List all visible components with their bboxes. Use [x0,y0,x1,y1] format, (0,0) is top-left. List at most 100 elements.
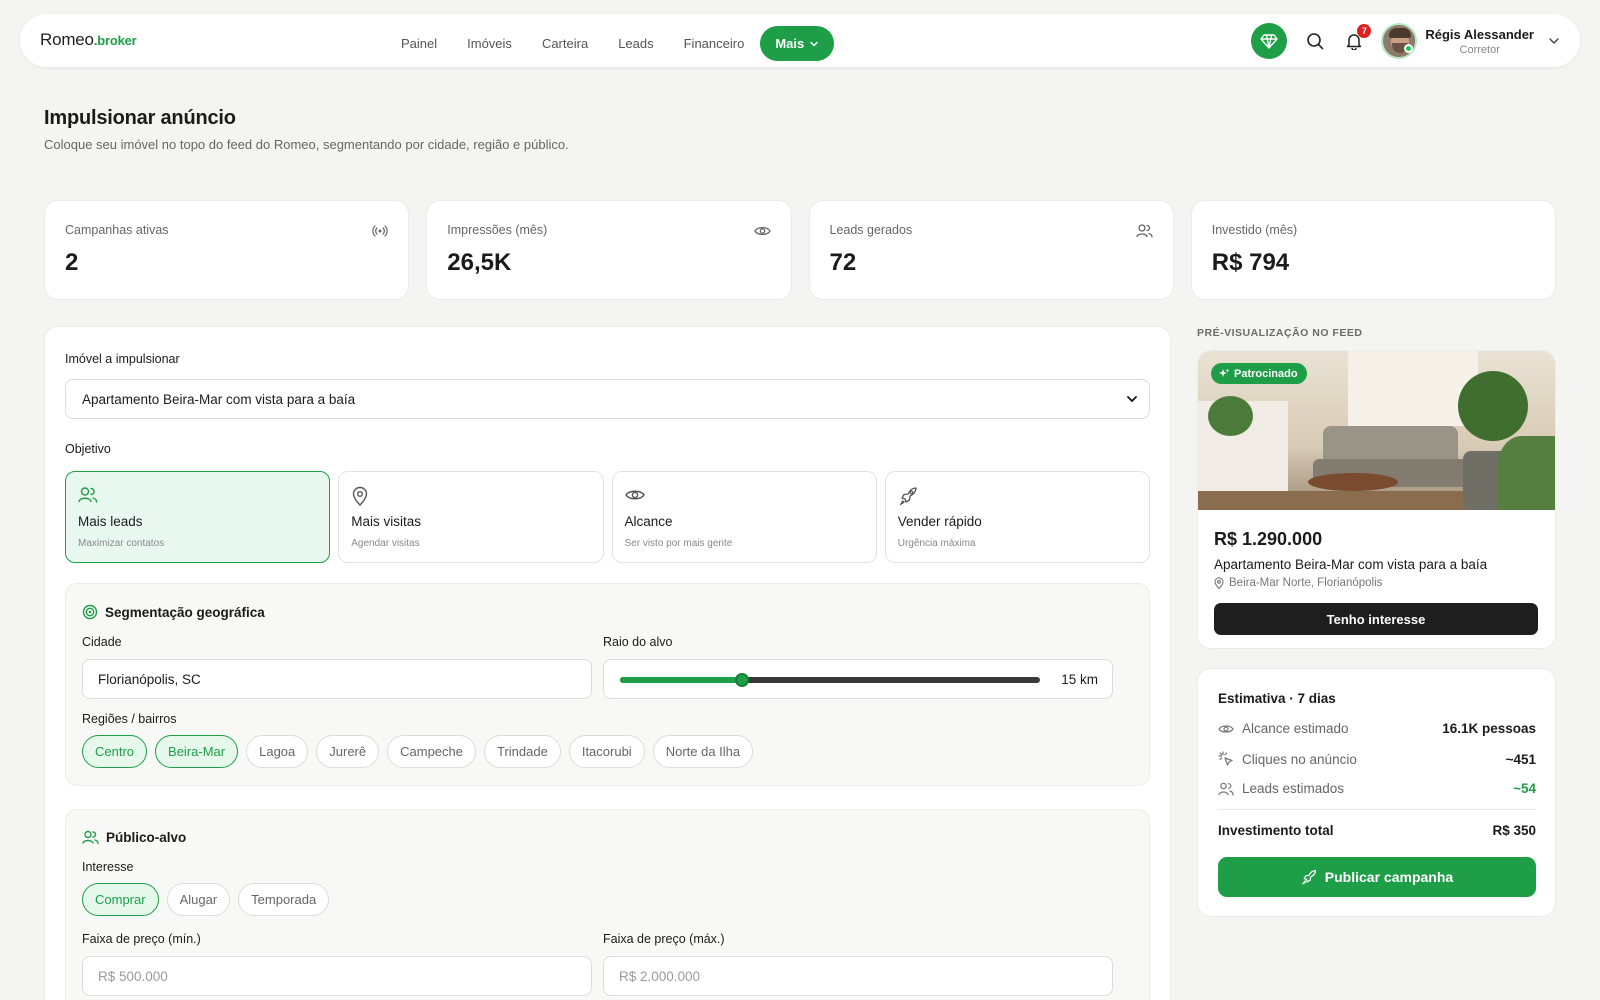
chevron-down-icon[interactable] [1548,35,1560,47]
region-chip-beira-mar[interactable]: Beira-Mar [155,735,239,768]
objective-more-leads[interactable]: Mais leads Maximizar contatos [65,471,331,563]
nav-more-button[interactable]: Mais [760,26,835,61]
region-chip-centro[interactable]: Centro [82,735,148,768]
region-chip-norte-da-ilha[interactable]: Norte da Ilha [652,735,754,768]
users-icon [1218,782,1234,796]
audience-section-title: Público-alvo [106,830,187,845]
brand-logo[interactable]: Romeo.broker [40,30,137,50]
stat-label: Leads gerados [829,223,913,237]
page-title: Impulsionar anúncio [44,107,236,129]
avatar[interactable] [1381,23,1418,59]
radius-label: Raio do alvo [603,635,673,649]
estimate-total-row: Investimento total R$ 350 [1218,823,1536,838]
notifications-button[interactable]: 7 [1342,24,1372,53]
estimate-title: Estimativa · 7 dias [1218,691,1336,706]
sparkle-icon [1219,368,1230,377]
interest-button[interactable]: Tenho interesse [1214,603,1538,635]
chevron-down-icon [1127,396,1137,403]
objective-subtitle: Agendar visitas [351,538,420,549]
nav-item-financeiro[interactable]: Financeiro [669,26,760,61]
estimate-row-leads: Leads estimados ~54 [1218,781,1536,796]
objective-sell-fast[interactable]: Vender rápido Urgência máxima [884,471,1150,563]
property-select-value: Apartamento Beira-Mar com vista para a b… [82,391,356,407]
publish-campaign-button[interactable]: Publicar campanha [1218,857,1536,897]
price-min-label: Faixa de preço (mín.) [82,932,201,946]
preview-section-label: PRÉ-VISUALIZAÇÃO NO FEED [1197,327,1363,339]
stat-card-leads: Leads gerados 72 [808,200,1174,300]
interest-chips: Comprar Alugar Temporada [82,883,330,916]
objective-options: Mais leads Maximizar contatos Mais visit… [65,471,1150,563]
interest-chip-comprar[interactable]: Comprar [82,883,159,916]
target-icon [82,604,98,620]
audience-section: Público-alvo Interesse Comprar Alugar Te… [65,809,1150,1000]
stat-card-impressions: Impressões (mês) 26,5K [426,200,792,300]
geo-targeting-section: Segmentação geográfica Cidade Florianópo… [65,583,1150,786]
nav-item-leads[interactable]: Leads [603,26,668,61]
users-icon [82,830,99,845]
price-min-input[interactable]: R$ 500.000 [82,956,592,996]
city-label: Cidade [82,635,122,649]
stat-value: 2 [65,249,79,276]
stat-card-invested: Investido (mês) R$ 794 [1190,200,1556,300]
objective-reach[interactable]: Alcance Ser visto por mais gente [611,471,877,563]
objective-title: Vender rápido [897,514,982,529]
interest-chip-alugar[interactable]: Alugar [166,883,231,916]
price-max-input[interactable]: R$ 2.000.000 [603,956,1113,996]
geo-section-header: Segmentação geográfica [82,604,265,620]
region-chip-itacorubi[interactable]: Itacorubi [568,735,645,768]
radius-slider-box: 15 km [603,659,1113,699]
eye-icon [624,490,645,500]
stat-value: R$ 794 [1211,249,1290,276]
click-icon [1218,751,1233,766]
region-chip-trindade[interactable]: Trindade [484,735,561,768]
broadcast-icon [372,225,388,237]
premium-button[interactable] [1251,23,1288,59]
property-label: Imóvel a impulsionar [65,352,180,366]
price-max-label: Faixa de preço (máx.) [603,932,725,946]
stat-label: Impressões (mês) [447,223,548,237]
interest-label: Interesse [82,860,134,874]
objective-more-visits[interactable]: Mais visitas Agendar visitas [338,471,604,563]
region-chip-jurere[interactable]: Jurerê [316,735,380,768]
stat-label: Campanhas ativas [65,223,169,237]
sponsored-badge: Patrocinado [1211,363,1307,384]
objective-title: Mais visitas [351,514,422,529]
search-icon [1307,33,1324,50]
users-icon [78,487,98,503]
top-navbar: Romeo.broker Painel Imóveis Carteira Lea… [20,14,1580,67]
stats-row: Campanhas ativas 2 Impressões (mês) 26,5… [44,200,1556,300]
property-select[interactable]: Apartamento Beira-Mar com vista para a b… [65,379,1150,419]
chevron-down-icon [810,41,818,47]
stat-card-campaigns: Campanhas ativas 2 [44,200,410,300]
region-chip-lagoa[interactable]: Lagoa [246,735,309,768]
rocket-icon [1301,869,1316,885]
objective-subtitle: Maximizar contatos [78,538,165,549]
radius-value: 15 km [1061,672,1098,687]
objective-subtitle: Ser visto por mais gente [624,538,733,549]
user-name: Régis Alessander [1425,26,1534,42]
geo-section-title: Segmentação geográfica [105,604,265,620]
objective-label: Objetivo [65,442,111,456]
user-role: Corretor [1459,43,1500,56]
nav-item-imoveis[interactable]: Imóveis [452,26,527,61]
city-input[interactable]: Florianópolis, SC [82,659,592,699]
nav-item-painel[interactable]: Painel [386,26,452,61]
feed-preview-card: Patrocinado R$ 1.290.000 Apartamento Bei… [1197,350,1556,649]
users-icon [1136,224,1153,238]
map-pin-icon [1214,577,1224,589]
radius-slider-fill [620,677,742,683]
stat-value: 26,5K [447,249,512,276]
stat-value: 72 [829,249,857,276]
property-photo: Patrocinado [1198,351,1555,510]
preview-title: Apartamento Beira-Mar com vista para a b… [1214,557,1488,572]
user-info[interactable]: Régis Alessander Corretor [1425,27,1534,56]
search-button[interactable] [1303,29,1327,53]
eye-icon [1218,724,1234,733]
interest-chip-temporada[interactable]: Temporada [238,883,330,916]
radius-slider[interactable] [620,673,1040,687]
objective-title: Mais leads [78,514,143,529]
region-chip-campeche[interactable]: Campeche [387,735,476,768]
radius-slider-handle[interactable] [734,673,749,687]
nav-item-carteira[interactable]: Carteira [527,26,603,61]
diamond-icon [1260,34,1279,49]
